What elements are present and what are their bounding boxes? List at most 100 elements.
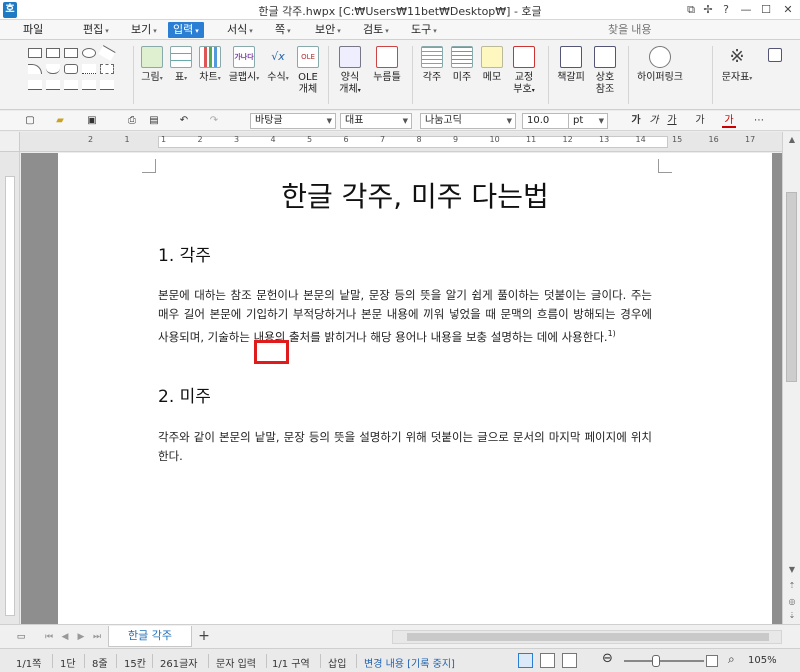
tab-document[interactable]: 한글 각주 [108, 626, 192, 647]
more-options-icon[interactable]: ⋯ [752, 114, 766, 128]
menu-view[interactable]: 보기 ▾ [128, 22, 160, 38]
menu-review[interactable]: 검토 ▾ [360, 22, 392, 38]
insert-field-button[interactable]: 누름틀 [370, 46, 404, 84]
section-heading-footnote[interactable]: 1. 각주 [158, 241, 211, 266]
menu-page[interactable]: 쪽 ▾ [272, 22, 294, 38]
undo-icon[interactable]: ↶ [176, 114, 192, 128]
status-insert-mode[interactable]: 삽입 [328, 655, 346, 670]
save-icon[interactable]: ▣ [84, 114, 100, 128]
page-up-icon[interactable]: ⇡ [784, 578, 800, 594]
footnote-marker[interactable]: 1) [608, 329, 616, 338]
shape-rect-icon[interactable] [28, 48, 42, 58]
insert-bookmark-button[interactable]: 책갈피 [554, 46, 588, 84]
ruler-corner[interactable] [0, 132, 20, 152]
insert-crossref-button[interactable]: 상호 참조 [590, 46, 620, 96]
vertical-ruler[interactable] [0, 152, 20, 624]
shape-curve-icon[interactable] [46, 64, 60, 74]
first-tab-icon[interactable]: ⏮ [42, 630, 56, 644]
insert-chart-button[interactable]: 차트▾ [196, 46, 224, 85]
insert-charmap-button[interactable]: ※ 문자표▾ [718, 46, 756, 85]
shape-connector-icon[interactable] [46, 80, 60, 90]
insert-equation-button[interactable]: √x 수식▾ [264, 46, 292, 85]
endnote-paragraph[interactable]: 각주와 같이 본문의 낱말, 문장 등의 뜻을 설명하기 위해 덧붙이는 글으로… [158, 428, 652, 466]
menu-edit[interactable]: 편집 ▾ [80, 22, 112, 38]
insert-hyperlink-button[interactable]: 하이퍼링크 [634, 46, 686, 84]
insert-form-button[interactable]: 양식 개체▾ [334, 46, 366, 97]
insert-ole-button[interactable]: OLE OLE 개체 [294, 46, 322, 96]
minimize-icon[interactable]: — [738, 2, 754, 18]
shape-scribble-icon[interactable] [100, 64, 114, 74]
move-icon[interactable]: ✢ [700, 2, 716, 18]
menu-security[interactable]: 보안 ▾ [312, 22, 344, 38]
next-tab-icon[interactable]: ▶ [74, 630, 88, 644]
menu-format[interactable]: 서식 ▾ [224, 22, 256, 38]
shape-polygon-icon[interactable] [64, 64, 78, 74]
footnote-paragraph[interactable]: 본문에 대하는 참조 문헌이나 본문의 낱말, 문장 등의 뜻을 알기 쉽게 풀… [158, 286, 652, 347]
help-icon[interactable]: ? [718, 2, 734, 18]
size-unit-select[interactable]: pt ▼ [568, 113, 608, 129]
italic-button[interactable]: 가 [648, 114, 660, 128]
section-heading-endnote[interactable]: 2. 미주 [158, 382, 211, 407]
print-icon[interactable]: ⎙ [124, 114, 140, 128]
shape-pen-icon[interactable] [82, 64, 96, 74]
hanja-button[interactable] [760, 48, 790, 66]
page-view-icon[interactable] [540, 653, 555, 668]
open-folder-icon[interactable]: ▰ [52, 114, 68, 128]
insert-footnote-button[interactable]: 각주 [418, 46, 446, 84]
normal-view-icon[interactable] [518, 653, 533, 668]
new-document-icon[interactable]: ▢ [22, 114, 38, 128]
insert-endnote-button[interactable]: 미주 [448, 46, 476, 84]
page[interactable]: 한글 각주, 미주 다는법 1. 각주 본문에 대하는 참조 문헌이나 본문의 … [58, 153, 772, 624]
shape-connector-icon[interactable] [100, 80, 114, 90]
preview-icon[interactable]: ▤ [146, 114, 162, 128]
style-select[interactable]: 바탕글 ▼ [250, 113, 336, 129]
status-page[interactable]: 1/1쪽 [16, 655, 41, 670]
outline-view-icon[interactable] [562, 653, 577, 668]
insert-proofmark-button[interactable]: 교정 부호▾ [508, 46, 540, 97]
menu-insert[interactable]: 입력 ▾ [168, 22, 204, 38]
horizontal-ruler[interactable]: 2 1 1 2 3 4 5 6 7 8 9 10 11 12 13 14 15 16 17 [20, 132, 782, 152]
close-icon[interactable]: ✕ [780, 2, 796, 18]
restore-layout-icon[interactable]: ⧉ [683, 2, 699, 18]
menu-file[interactable]: 파일 [20, 22, 46, 38]
vertical-scrollbar[interactable]: ▲ ▼ ⇡ ◎ ⇣ [782, 132, 800, 624]
document-title[interactable]: 한글 각주, 미주 다는법 [58, 175, 772, 215]
shape-rect-icon[interactable] [64, 48, 78, 58]
shape-table-icon[interactable] [46, 48, 60, 58]
redo-icon[interactable]: ↷ [206, 114, 222, 128]
scroll-thumb[interactable] [407, 633, 769, 641]
tab-list-icon[interactable]: ▭ [14, 630, 28, 644]
last-tab-icon[interactable]: ⏭ [90, 630, 104, 644]
scroll-thumb[interactable] [786, 192, 797, 382]
add-tab-icon[interactable]: + [196, 628, 212, 644]
font-color-button[interactable]: 가 [722, 114, 736, 128]
prev-tab-icon[interactable]: ◀ [58, 630, 72, 644]
menu-tools[interactable]: 도구 ▾ [408, 22, 440, 38]
shape-connector-icon[interactable] [82, 80, 96, 90]
shapes-gallery[interactable] [28, 45, 128, 98]
zoom-out-icon[interactable]: ⊖ [602, 651, 613, 666]
language-select[interactable]: 대표 ▼ [340, 113, 412, 129]
insert-memo-button[interactable]: 메모 [478, 46, 506, 84]
shape-connector-icon[interactable] [64, 80, 78, 90]
status-track-changes[interactable]: 변경 내용 [기록 중지] [364, 655, 455, 670]
insert-table-button[interactable]: 표▾ [168, 46, 194, 85]
zoom-level[interactable]: 105% [748, 655, 777, 666]
fit-page-icon[interactable] [706, 655, 718, 667]
zoom-slider-thumb[interactable] [652, 655, 660, 667]
zoom-magnifier-icon[interactable]: ⌕ [728, 652, 735, 667]
strikethrough-button[interactable]: 가 [694, 114, 706, 128]
page-down-icon[interactable]: ⇣ [784, 608, 800, 624]
zoom-slider[interactable] [624, 660, 704, 662]
maximize-icon[interactable]: ☐ [758, 2, 774, 18]
bold-button[interactable]: 가 [630, 114, 642, 128]
shape-arc-icon[interactable] [28, 64, 42, 74]
shape-line-icon[interactable] [98, 45, 116, 61]
shape-ellipse-icon[interactable] [82, 48, 96, 58]
shape-connector-icon[interactable] [28, 80, 42, 90]
insert-wordart-button[interactable]: 가나다 글맵시▾ [226, 46, 262, 85]
horizontal-scrollbar[interactable] [392, 630, 782, 644]
font-select[interactable]: 나눔고딕 ▼ [420, 113, 516, 129]
scroll-up-icon[interactable]: ▲ [784, 132, 800, 148]
search-input[interactable] [596, 22, 786, 38]
